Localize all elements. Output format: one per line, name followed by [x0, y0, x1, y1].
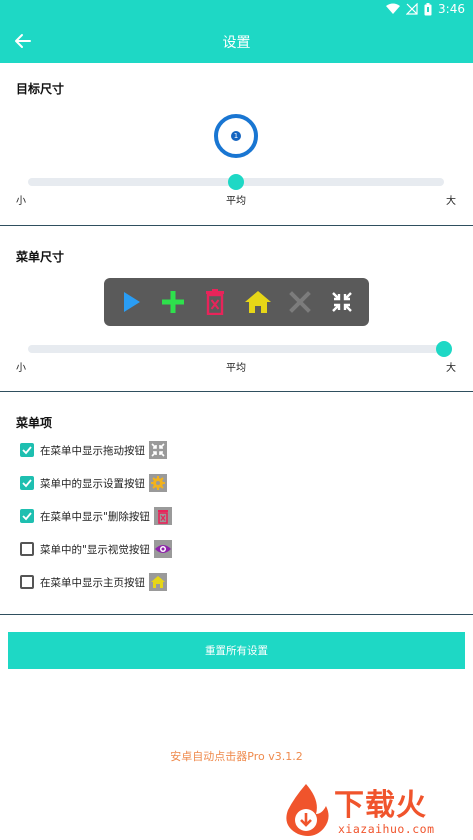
- eye-icon: [153, 540, 172, 558]
- menu-item-home-row[interactable]: 在菜单中显示主页按钮: [20, 573, 167, 591]
- settings-gear-icon: [149, 474, 167, 492]
- checkbox[interactable]: [20, 575, 34, 589]
- watermark-logo: 下载火 xiazaihuo.com: [280, 780, 470, 838]
- menu-item-visual-row[interactable]: 菜单中的"显示视觉按钮: [20, 540, 172, 558]
- divider: [0, 614, 473, 615]
- checkbox[interactable]: [20, 509, 34, 523]
- target-size-min-label: 小: [16, 196, 26, 207]
- checkbox[interactable]: [20, 542, 34, 556]
- target-size-title: 目标尺寸: [16, 82, 65, 96]
- drag-icon: [328, 288, 356, 316]
- menu-items-title: 菜单项: [16, 416, 53, 430]
- menu-item-label: 在菜单中显示主页按钮: [40, 576, 145, 589]
- play-icon: [117, 288, 145, 316]
- app-bar: 设置: [0, 20, 473, 63]
- menu-size-min-label: 小: [16, 363, 26, 374]
- menu-size-slider-thumb[interactable]: [436, 341, 452, 357]
- watermark-subtext: xiazaihuo.com: [338, 822, 435, 836]
- wifi-icon: [386, 3, 401, 14]
- menu-preview: [104, 278, 369, 326]
- menu-item-label: 菜单中的"显示视觉按钮: [40, 543, 150, 556]
- drag-icon: [149, 441, 167, 459]
- checkmark-icon: [22, 479, 32, 488]
- target-size-slider-thumb[interactable]: [228, 174, 244, 190]
- signal-off-icon: [406, 3, 418, 15]
- home-icon: [244, 288, 272, 316]
- menu-item-label: 在菜单中显示"删除按钮: [40, 510, 150, 523]
- target-size-max-label: 大: [446, 196, 456, 207]
- checkmark-icon: [22, 512, 32, 521]
- checkbox[interactable]: [20, 443, 34, 457]
- clock: 3:46: [438, 2, 465, 16]
- target-number: 1: [231, 131, 241, 141]
- menu-item-delete-row[interactable]: 在菜单中显示"删除按钮: [20, 507, 172, 525]
- target-size-mid-label: 平均: [226, 196, 246, 207]
- delete-icon: [153, 507, 172, 525]
- menu-item-label: 菜单中的显示设置按钮: [40, 477, 145, 490]
- menu-size-mid-label: 平均: [226, 363, 246, 374]
- battery-icon: [424, 2, 432, 15]
- reset-all-settings-button[interactable]: 重置所有设置: [8, 632, 465, 669]
- divider: [0, 391, 473, 392]
- checkmark-icon: [22, 446, 32, 455]
- target-preview: 1: [214, 114, 258, 158]
- status-icons: 3:46: [386, 2, 465, 16]
- divider: [0, 225, 473, 226]
- plus-icon: [159, 288, 187, 316]
- menu-item-drag-row[interactable]: 在菜单中显示拖动按钮: [20, 441, 167, 459]
- flame-logo-icon: [286, 784, 329, 836]
- delete-icon: [201, 288, 229, 316]
- watermark-text: 下载火: [334, 788, 427, 823]
- version-label: 安卓自动点击器Pro v3.1.2: [170, 750, 303, 763]
- menu-size-max-label: 大: [446, 363, 456, 374]
- status-bar: 3:46: [0, 0, 473, 20]
- menu-size-title: 菜单尺寸: [16, 250, 65, 264]
- close-icon: [286, 288, 314, 316]
- menu-item-settings-row[interactable]: 菜单中的显示设置按钮: [20, 474, 167, 492]
- home-icon: [149, 573, 167, 591]
- menu-size-slider[interactable]: [28, 345, 444, 353]
- checkbox[interactable]: [20, 476, 34, 490]
- menu-item-label: 在菜单中显示拖动按钮: [40, 444, 145, 457]
- page-title: 设置: [222, 35, 251, 51]
